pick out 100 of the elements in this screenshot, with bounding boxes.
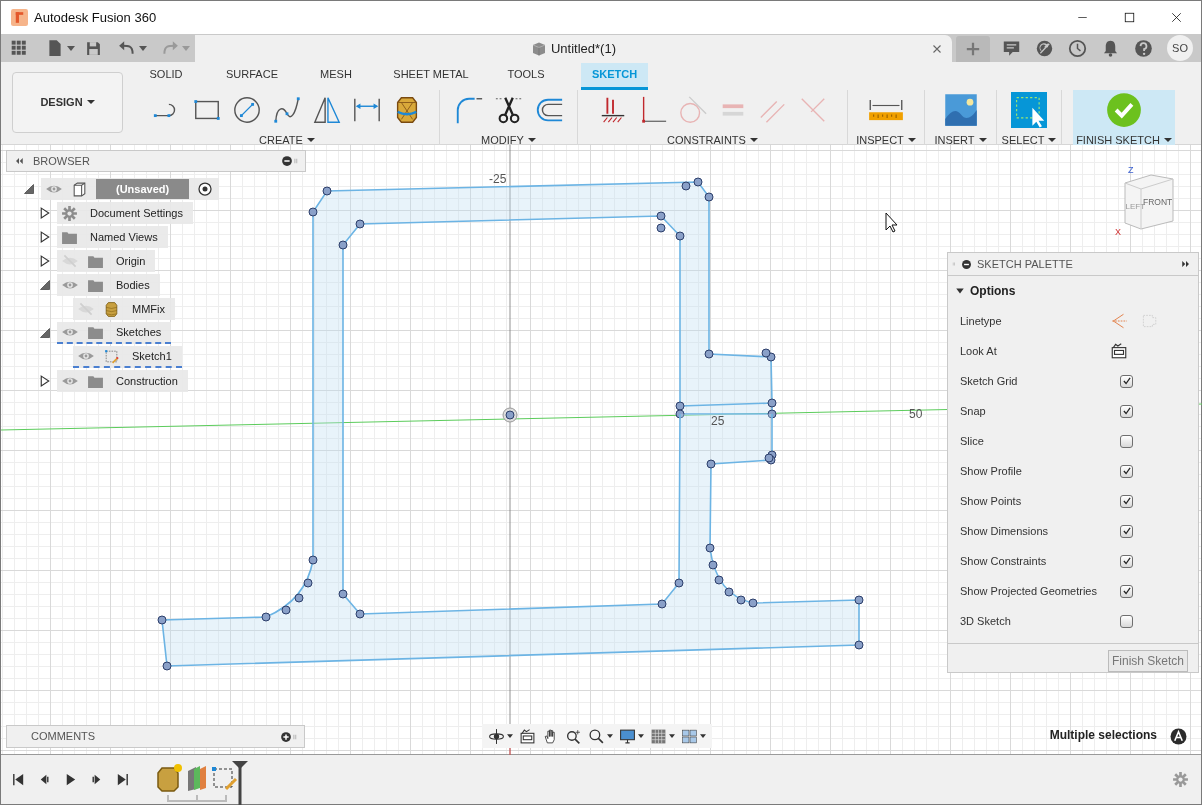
display-icon[interactable] bbox=[619, 727, 636, 745]
image-icon[interactable] bbox=[942, 91, 979, 128]
tree-item-label[interactable]: Sketches bbox=[112, 323, 166, 341]
tree-item-label[interactable]: Bodies bbox=[112, 276, 154, 294]
spline-curve-icon[interactable] bbox=[272, 94, 302, 125]
checkbox[interactable] bbox=[1120, 464, 1133, 478]
expand-toggle-icon[interactable] bbox=[39, 375, 51, 387]
zoom-icon[interactable] bbox=[565, 727, 582, 745]
tree-item-label[interactable]: MMFix bbox=[128, 300, 169, 318]
tree-item-label[interactable]: Sketch1 bbox=[128, 347, 176, 365]
group-menu-button[interactable]: CONSTRAINTS bbox=[667, 131, 758, 148]
chat-icon[interactable] bbox=[1002, 38, 1021, 58]
panel-title: BROWSER bbox=[33, 153, 90, 169]
window-title: Autodesk Fusion 360 bbox=[34, 8, 157, 27]
checkbox[interactable] bbox=[1120, 404, 1133, 418]
expand-toggle-icon[interactable] bbox=[39, 327, 51, 339]
skip-to-start-icon[interactable] bbox=[11, 772, 26, 787]
tree-item-label[interactable]: Construction bbox=[112, 372, 182, 390]
option-label: Sketch Grid bbox=[960, 373, 1019, 389]
dimension-label: -25 bbox=[489, 171, 507, 188]
look-at-icon[interactable] bbox=[1110, 342, 1128, 360]
option-label: 3D Sketch bbox=[960, 613, 1012, 629]
option-label: Show Constraints bbox=[960, 553, 1048, 569]
selection-box-icon[interactable] bbox=[1011, 91, 1047, 128]
sync-icon[interactable] bbox=[1035, 38, 1054, 58]
target-icon[interactable] bbox=[197, 181, 214, 197]
checkbox[interactable] bbox=[1120, 434, 1133, 448]
group-menu-button[interactable]: MODIFY bbox=[481, 131, 536, 148]
timeline-bracket bbox=[167, 793, 227, 802]
add-comment-icon[interactable] bbox=[280, 730, 292, 743]
skip-to-end-icon[interactable] bbox=[115, 772, 130, 787]
option-label: Snap bbox=[960, 403, 987, 419]
save-icon[interactable] bbox=[85, 39, 102, 57]
caret-icon[interactable] bbox=[700, 734, 706, 738]
finish-sketch-button[interactable]: Finish Sketch bbox=[1107, 650, 1188, 672]
dimension-label: 25 bbox=[711, 413, 725, 430]
checkbox[interactable] bbox=[1120, 554, 1133, 568]
collapse-section-icon[interactable] bbox=[955, 286, 965, 296]
cube-icon bbox=[531, 40, 547, 57]
caret-icon[interactable] bbox=[669, 734, 675, 738]
expand-toggle-icon[interactable] bbox=[39, 255, 51, 267]
file-icon[interactable] bbox=[46, 39, 64, 57]
expand-toggle-icon[interactable] bbox=[39, 279, 51, 291]
expand-toggle-icon[interactable] bbox=[23, 183, 35, 195]
zoom-fit-icon[interactable] bbox=[588, 727, 605, 745]
minimize-panel-icon[interactable] bbox=[281, 155, 293, 167]
crate-icon[interactable] bbox=[157, 763, 182, 792]
checkbox[interactable] bbox=[1120, 494, 1133, 508]
group-menu-button[interactable]: INSERT bbox=[934, 131, 987, 148]
document-tab-title[interactable]: Untitled*(1) bbox=[551, 38, 616, 59]
minimize-panel-icon[interactable] bbox=[961, 258, 972, 270]
axis-name-label: X bbox=[1115, 227, 1121, 237]
workspace-menu-button[interactable]: DESIGN bbox=[12, 72, 123, 133]
group-menu-button[interactable]: SELECT bbox=[1001, 131, 1057, 148]
tree-item-label[interactable]: Named Views bbox=[86, 228, 162, 246]
axis-name-label: Z bbox=[1128, 165, 1134, 175]
checkbox[interactable] bbox=[1120, 614, 1133, 628]
group-menu-button[interactable]: CREATE bbox=[259, 131, 315, 148]
ribbon-tab[interactable]: SURFACE bbox=[209, 63, 295, 90]
component-box-icon bbox=[71, 180, 88, 198]
origin-point[interactable] bbox=[502, 407, 518, 423]
status-text: Multiple selections bbox=[1049, 727, 1157, 744]
cursor-icon bbox=[885, 212, 898, 233]
viewports-icon[interactable] bbox=[681, 727, 698, 745]
checkbox[interactable] bbox=[1120, 584, 1133, 598]
undo-icon[interactable] bbox=[118, 39, 136, 57]
expand-toggle-icon[interactable] bbox=[39, 231, 51, 243]
panels-icon[interactable] bbox=[188, 765, 206, 791]
option-label: Show Projected Geometries bbox=[960, 583, 1098, 599]
option-label: Look At bbox=[960, 343, 998, 359]
look-at-icon[interactable] bbox=[519, 727, 536, 745]
option-label: Slice bbox=[960, 433, 985, 449]
help-icon[interactable] bbox=[1134, 38, 1153, 58]
app-grid-icon[interactable] bbox=[10, 39, 28, 57]
option-label: Linetype bbox=[960, 313, 1003, 329]
caret-icon[interactable] bbox=[607, 734, 613, 738]
check-circle-icon[interactable] bbox=[1106, 91, 1142, 128]
caret-icon[interactable] bbox=[638, 734, 644, 738]
checkbox[interactable] bbox=[1120, 374, 1133, 388]
autodesk-circle-icon[interactable] bbox=[1170, 728, 1187, 745]
ribbon-tab[interactable]: SHEET METAL bbox=[381, 63, 481, 90]
section-heading[interactable]: Options bbox=[970, 282, 1016, 300]
circle-icon[interactable] bbox=[232, 94, 262, 125]
ribbon-tab[interactable]: MESH bbox=[309, 63, 363, 90]
expand-panel-icon[interactable] bbox=[1180, 258, 1192, 270]
clock-icon[interactable] bbox=[1068, 38, 1087, 58]
caret-icon[interactable] bbox=[507, 734, 513, 738]
expand-toggle-icon[interactable] bbox=[39, 207, 51, 219]
user-avatar[interactable]: SO bbox=[1167, 35, 1193, 61]
group-menu-button[interactable]: INSPECT bbox=[856, 131, 916, 148]
checkbox[interactable] bbox=[1120, 524, 1133, 538]
tree-item-label[interactable]: Document Settings bbox=[86, 204, 187, 222]
timeline-marker[interactable] bbox=[232, 760, 248, 805]
dimension-label: 50 bbox=[909, 406, 923, 423]
ribbon-tab[interactable]: TOOLS bbox=[495, 63, 557, 90]
panel-title: SKETCH PALETTE bbox=[977, 256, 1073, 272]
grid-icon[interactable] bbox=[650, 727, 667, 745]
ribbon-tab[interactable]: SOLID bbox=[135, 63, 197, 90]
tree-item-label[interactable]: Origin bbox=[112, 252, 150, 270]
orbit-icon[interactable] bbox=[488, 727, 505, 745]
